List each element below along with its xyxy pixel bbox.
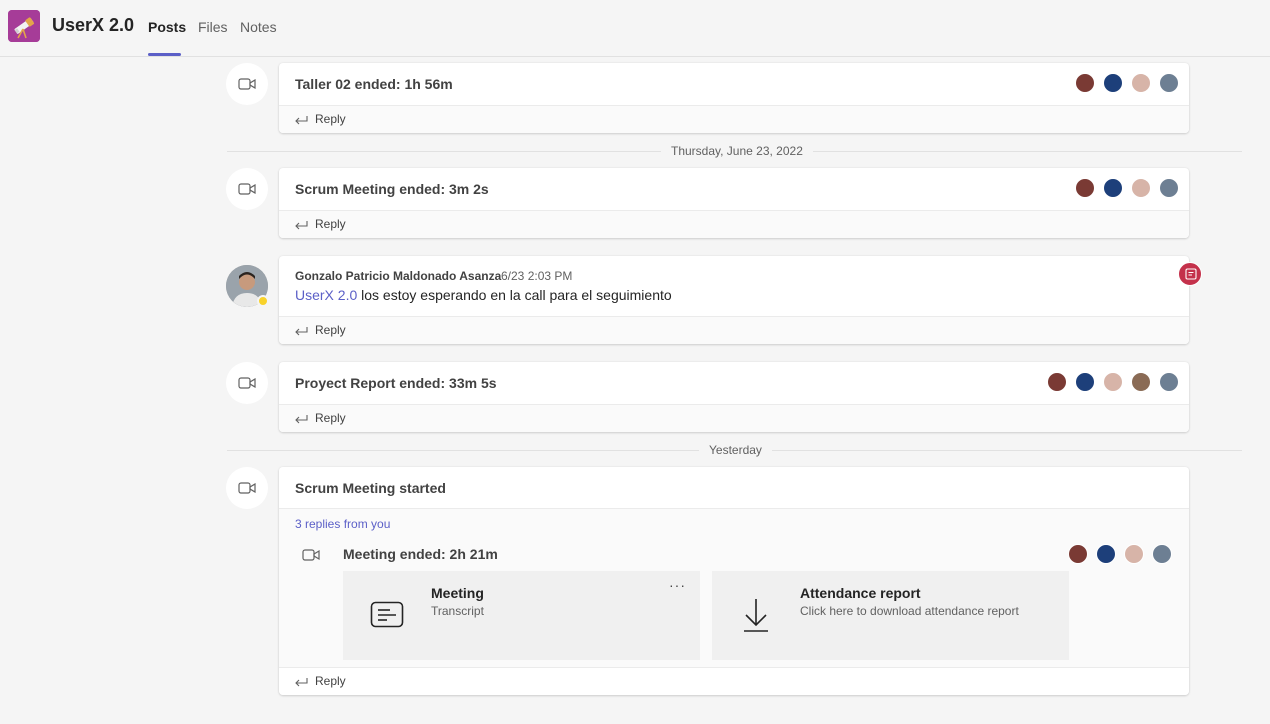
telescope-icon — [8, 10, 40, 42]
reply-button[interactable]: Reply — [279, 404, 1189, 432]
reply-icon — [295, 221, 308, 230]
meeting-title: Scrum Meeting ended: 3m 2s — [295, 181, 489, 197]
video-camera-icon — [238, 377, 256, 389]
attendance-report-tile[interactable]: Attendance report Click here to download… — [712, 571, 1069, 660]
date-divider-label: Yesterday — [699, 443, 772, 457]
tab-files[interactable]: Files — [198, 19, 228, 35]
message-text: los estoy esperando en la call para el s… — [361, 287, 672, 303]
reply-button[interactable]: Reply — [279, 210, 1189, 238]
date-divider-label: Thursday, June 23, 2022 — [661, 144, 813, 158]
reply-label: Reply — [315, 411, 346, 425]
avatar[interactable] — [1131, 73, 1151, 93]
avatar[interactable] — [1124, 544, 1144, 564]
video-camera-icon — [238, 78, 256, 90]
avatar[interactable] — [1103, 73, 1123, 93]
nested-meeting-title: Meeting ended: 2h 21m — [343, 546, 498, 562]
meeting-card[interactable]: Proyect Report ended: 33m 5s Reply — [279, 362, 1189, 432]
reply-label: Reply — [315, 674, 346, 688]
meeting-thread-card[interactable]: Scrum Meeting started 3 replies from you… — [279, 467, 1189, 695]
active-tab-indicator — [148, 53, 181, 56]
important-icon — [1178, 262, 1202, 286]
meeting-post-icon — [226, 168, 268, 210]
avatar[interactable] — [1131, 372, 1151, 392]
avatar[interactable] — [1159, 73, 1179, 93]
video-camera-icon — [238, 183, 256, 195]
avatar[interactable] — [1131, 178, 1151, 198]
reply-icon — [295, 678, 308, 687]
avatar[interactable] — [1075, 178, 1095, 198]
avatar[interactable] — [1068, 544, 1088, 564]
more-options-button[interactable]: ··· — [669, 577, 686, 593]
tile-subtitle: Transcript — [431, 604, 484, 618]
author-name[interactable]: Gonzalo Patricio Maldonado Asanza — [295, 269, 501, 283]
avatar[interactable] — [1075, 372, 1095, 392]
tile-title: Meeting — [431, 585, 484, 601]
channel-header: UserX 2.0 Posts Files Notes — [0, 0, 1270, 57]
meeting-post-icon — [226, 362, 268, 404]
meeting-card[interactable]: Scrum Meeting ended: 3m 2s Reply — [279, 168, 1189, 238]
reply-button[interactable]: Reply — [279, 316, 1189, 344]
avatar[interactable] — [1159, 372, 1179, 392]
mention-link[interactable]: UserX 2.0 — [295, 287, 357, 303]
reply-label: Reply — [315, 323, 346, 337]
reply-icon — [295, 116, 308, 125]
reply-label: Reply — [315, 112, 346, 126]
tab-posts[interactable]: Posts — [148, 19, 186, 35]
transcript-icon — [370, 601, 404, 628]
video-camera-icon — [238, 482, 256, 494]
replies-link[interactable]: 3 replies from you — [295, 517, 390, 531]
download-icon — [744, 599, 768, 632]
avatar[interactable] — [1103, 372, 1123, 392]
status-away-badge — [257, 295, 269, 307]
avatar[interactable] — [1096, 544, 1116, 564]
reply-button[interactable]: Reply — [279, 667, 1189, 695]
thread-root: Scrum Meeting started — [279, 467, 1189, 509]
message-body: UserX 2.0 los estoy esperando en la call… — [295, 287, 672, 303]
reply-icon — [295, 415, 308, 424]
video-camera-icon — [302, 549, 320, 561]
tab-notes[interactable]: Notes — [240, 19, 277, 35]
meeting-title: Scrum Meeting started — [295, 480, 446, 496]
tile-subtitle: Click here to download attendance report — [800, 604, 1019, 618]
message-card[interactable]: Gonzalo Patricio Maldonado Asanza 6/23 2… — [279, 256, 1189, 344]
meeting-post-icon — [226, 63, 268, 105]
avatar[interactable] — [1103, 178, 1123, 198]
meeting-title: Taller 02 ended: 1h 56m — [295, 76, 453, 92]
reply-button[interactable]: Reply — [279, 105, 1189, 133]
avatar[interactable] — [1152, 544, 1172, 564]
avatar[interactable] — [1159, 178, 1179, 198]
meeting-post-icon — [226, 467, 268, 509]
message-timestamp: 6/23 2:03 PM — [501, 269, 573, 283]
meeting-card[interactable]: Taller 02 ended: 1h 56m Reply — [279, 63, 1189, 133]
app-title: UserX 2.0 — [52, 15, 135, 35]
tile-title: Attendance report — [800, 585, 921, 601]
reply-icon — [295, 327, 308, 336]
avatar[interactable] — [1075, 73, 1095, 93]
meeting-title: Proyect Report ended: 33m 5s — [295, 375, 497, 391]
transcript-tile[interactable]: Meeting Transcript ··· — [343, 571, 700, 660]
avatar[interactable] — [1047, 372, 1067, 392]
reply-label: Reply — [315, 217, 346, 231]
